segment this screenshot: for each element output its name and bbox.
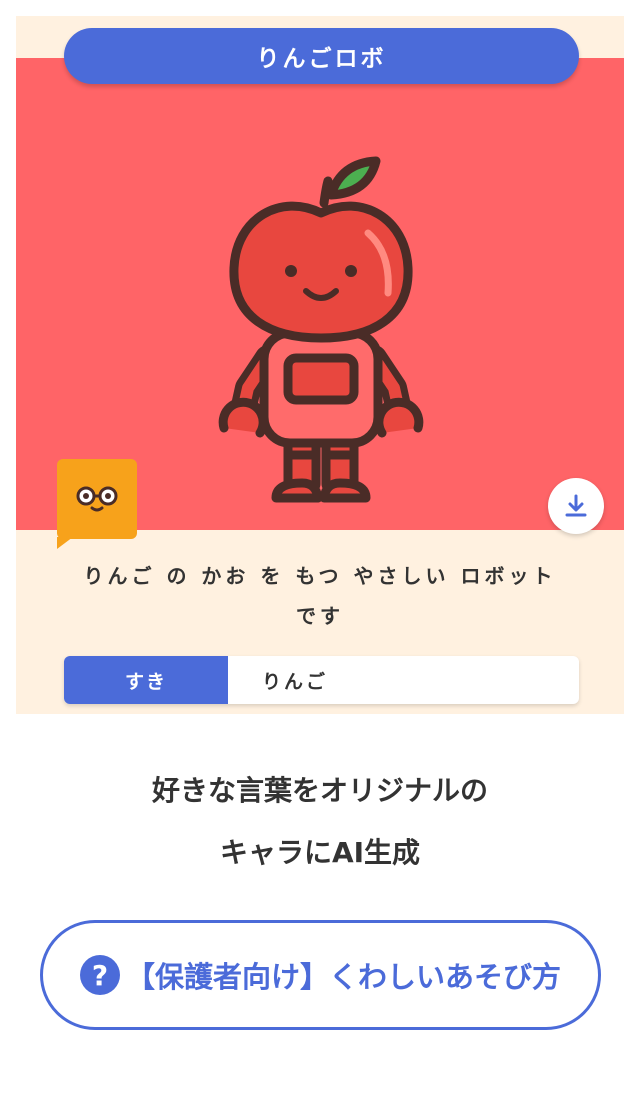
headline-line-2: キャラにAI生成 bbox=[219, 836, 421, 869]
character-card: りんごロボ りんご の かお を もつ やさしい ロボット です すき りんご bbox=[16, 16, 624, 714]
howto-button[interactable]: ? 【保護者向け】くわしいあそび方 bbox=[40, 920, 601, 1030]
howto-label: 【保護者向け】くわしいあそび方 bbox=[125, 960, 561, 994]
tag-label: すき bbox=[64, 656, 228, 704]
apple-robot-illustration bbox=[218, 156, 424, 503]
mascot-glasses-icon bbox=[76, 486, 118, 512]
description-line-2: です bbox=[296, 604, 344, 628]
description-line-1: りんご の かお を もつ やさしい ロボット bbox=[83, 564, 557, 588]
download-button[interactable] bbox=[548, 478, 604, 534]
headline-line-1: 好きな言葉をオリジナルの bbox=[151, 774, 488, 807]
character-title: りんごロボ bbox=[64, 28, 579, 84]
help-icon: ? bbox=[79, 955, 120, 995]
favorite-word-tag: すき りんご bbox=[64, 656, 579, 704]
headline: 好きな言葉をオリジナルの キャラにAI生成 bbox=[0, 760, 640, 884]
character-description: りんご の かお を もつ やさしい ロボット です bbox=[56, 556, 584, 636]
tag-value: りんご bbox=[262, 670, 329, 693]
download-icon bbox=[565, 494, 587, 517]
mascot-badge bbox=[57, 459, 137, 549]
